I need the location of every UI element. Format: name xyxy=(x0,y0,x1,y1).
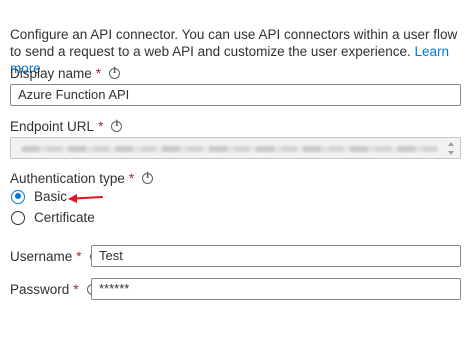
required-marker: * xyxy=(98,119,104,134)
intro-text: Configure an API connector. You can use … xyxy=(10,27,458,59)
display-name-input[interactable]: Azure Function API xyxy=(10,84,461,106)
auth-type-label: Authentication type xyxy=(10,171,125,186)
password-label-row: Password * xyxy=(10,282,98,297)
info-icon[interactable] xyxy=(142,171,154,184)
password-label: Password xyxy=(10,282,70,297)
username-input[interactable]: Test xyxy=(91,245,461,267)
radio-certificate[interactable] xyxy=(11,210,25,225)
info-icon[interactable] xyxy=(111,119,123,132)
username-label-row: Username * xyxy=(10,249,101,264)
endpoint-url-label-row: Endpoint URL * xyxy=(10,119,123,134)
red-arrow-annotation xyxy=(68,194,103,203)
required-marker: * xyxy=(76,249,82,264)
redacted-url xyxy=(21,146,438,152)
info-icon[interactable] xyxy=(109,66,121,79)
auth-option-basic[interactable]: Basic xyxy=(11,189,67,204)
required-marker: * xyxy=(128,171,135,186)
endpoint-url-label: Endpoint URL xyxy=(10,119,95,134)
auth-type-label-row: Authentication type * xyxy=(10,171,154,186)
caret-up-icon xyxy=(448,142,454,146)
radio-basic[interactable] xyxy=(11,189,25,204)
password-input[interactable]: ****** xyxy=(91,278,461,300)
auth-option-certificate[interactable]: Certificate xyxy=(11,210,95,225)
caret-down-icon xyxy=(448,151,454,155)
required-marker: * xyxy=(95,66,102,81)
display-name-label: Display name xyxy=(10,66,92,81)
auth-option-certificate-label: Certificate xyxy=(34,210,95,225)
auth-option-basic-label: Basic xyxy=(34,189,68,204)
username-label: Username xyxy=(10,249,73,264)
required-marker: * xyxy=(73,282,79,297)
display-name-label-row: Display name * xyxy=(10,66,121,81)
endpoint-url-input[interactable] xyxy=(10,137,461,159)
scroll-caret-icon[interactable] xyxy=(447,142,455,155)
